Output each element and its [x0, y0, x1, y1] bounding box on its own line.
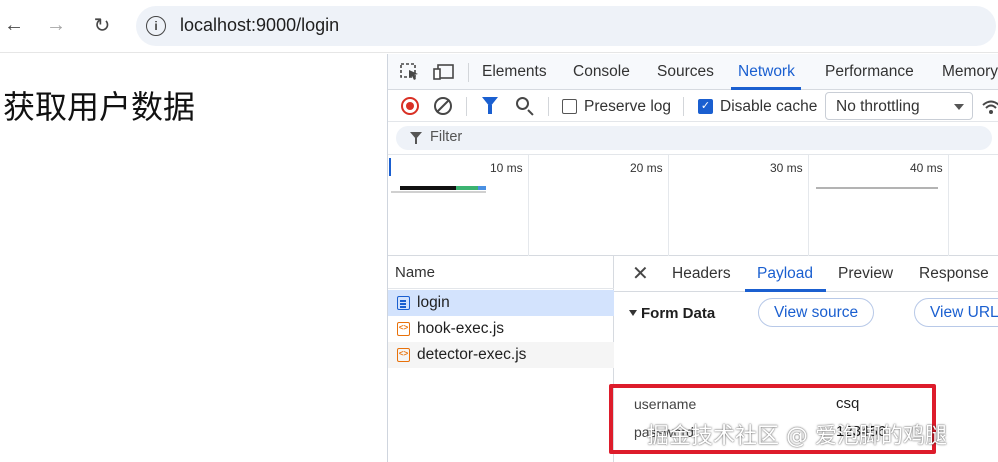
- view-url-button[interactable]: View URL: [914, 298, 998, 327]
- overview-tick: 20 ms: [630, 161, 663, 175]
- tab-memory[interactable]: Memory: [942, 63, 998, 81]
- watermark: 掘金技术社区 @ 爱泡脚的鸡腿: [647, 424, 947, 449]
- back-button[interactable]: ←: [0, 9, 28, 41]
- overview-tick: 10 ms: [490, 161, 523, 175]
- preserve-log-label[interactable]: Preserve log: [584, 98, 671, 116]
- waterfall-line: [816, 187, 938, 189]
- chevron-down-icon[interactable]: [629, 310, 637, 316]
- filter-placeholder: Filter: [430, 129, 463, 145]
- disable-cache-label[interactable]: Disable cache: [720, 98, 817, 116]
- toolbar-divider: [548, 97, 549, 116]
- request-name: login: [417, 294, 450, 311]
- toolbar-divider: [466, 97, 467, 116]
- request-name: detector-exec.js: [417, 346, 527, 363]
- tab-sources[interactable]: Sources: [657, 63, 714, 81]
- overview-tick: 40 ms: [910, 161, 943, 175]
- document-icon: [397, 296, 410, 310]
- name-column-header[interactable]: Name: [395, 264, 435, 281]
- forward-button[interactable]: →: [42, 9, 70, 41]
- tab-preview[interactable]: Preview: [838, 265, 893, 283]
- toolbar-divider: [683, 97, 684, 116]
- request-row[interactable]: login: [388, 290, 614, 316]
- clear-icon[interactable]: [434, 97, 452, 115]
- detail-tabbar: ✕ Headers Payload Preview Response: [614, 256, 998, 292]
- waterfall-line: [391, 191, 486, 193]
- request-list: Name login <> hook-exec.js <> detector-e…: [388, 256, 614, 462]
- throttling-value: No throttling: [836, 98, 920, 115]
- devtools-tabbar: Elements Console Sources Network Perform…: [388, 54, 998, 90]
- overview-gridline: [948, 155, 949, 256]
- script-icon: <>: [397, 322, 410, 336]
- record-stop-icon[interactable]: [401, 97, 419, 115]
- network-toolbar: Preserve log ✓ Disable cache No throttli…: [388, 90, 998, 122]
- waterfall-bar: [456, 186, 478, 190]
- waterfall-bar: [478, 186, 486, 190]
- forward-arrow-icon: →: [46, 13, 66, 36]
- form-data-title: Form Data: [641, 305, 716, 322]
- script-icon: <>: [397, 348, 410, 362]
- overview-marker: [389, 158, 391, 176]
- request-name: hook-exec.js: [417, 320, 505, 337]
- page-content: 获取用户数据: [0, 54, 387, 462]
- network-conditions-icon[interactable]: [981, 98, 998, 116]
- search-icon[interactable]: [516, 97, 529, 110]
- tab-elements[interactable]: Elements: [482, 63, 547, 81]
- inspect-element-icon[interactable]: [400, 63, 420, 81]
- disable-cache-checkbox[interactable]: ✓: [698, 99, 713, 114]
- active-tab-indicator: [745, 289, 826, 292]
- tab-network[interactable]: Network: [738, 63, 795, 81]
- tab-performance[interactable]: Performance: [825, 63, 914, 81]
- network-overview: 10 ms 20 ms 30 ms 40 ms: [388, 155, 998, 256]
- reload-icon: ↻: [93, 14, 111, 37]
- overview-gridline: [528, 155, 529, 256]
- filter-icon[interactable]: [482, 97, 498, 114]
- request-list-header[interactable]: Name: [388, 256, 614, 289]
- page-title: 获取用户数据: [3, 88, 196, 126]
- overview-tick: 30 ms: [770, 161, 803, 175]
- view-source-button[interactable]: View source: [758, 298, 875, 327]
- overview-gridline: [668, 155, 669, 256]
- url-text[interactable]: localhost:9000/login: [180, 15, 339, 36]
- request-row[interactable]: <> hook-exec.js: [388, 316, 614, 342]
- back-arrow-icon: ←: [4, 13, 24, 36]
- browser-toolbar: ← → ↻ i localhost:9000/login: [0, 0, 998, 53]
- filter-input[interactable]: Filter: [396, 126, 992, 150]
- filter-icon: [410, 132, 422, 144]
- tab-console[interactable]: Console: [573, 63, 630, 81]
- browser-window: ← → ↻ i localhost:9000/login 获取用户数据 Elem…: [0, 0, 998, 462]
- device-toolbar-icon[interactable]: [433, 63, 454, 81]
- filter-row: Filter: [388, 122, 998, 155]
- overview-gridline: [808, 155, 809, 256]
- tabbar-divider: [468, 63, 469, 82]
- chevron-down-icon: [954, 104, 964, 110]
- tab-headers[interactable]: Headers: [672, 265, 731, 283]
- tab-payload[interactable]: Payload: [757, 265, 813, 283]
- request-row[interactable]: <> detector-exec.js: [388, 342, 614, 368]
- waterfall-bar: [400, 186, 456, 190]
- form-data-section-header[interactable]: Form Data View source View URL: [614, 294, 998, 330]
- address-bar[interactable]: i localhost:9000/login: [136, 6, 996, 46]
- site-info-icon[interactable]: i: [146, 16, 166, 36]
- devtools-panel: Elements Console Sources Network Perform…: [387, 54, 998, 462]
- close-icon[interactable]: ✕: [632, 261, 649, 286]
- tab-response[interactable]: Response: [919, 265, 989, 283]
- reload-button[interactable]: ↻: [88, 9, 116, 41]
- throttling-select[interactable]: No throttling: [825, 92, 973, 120]
- preserve-log-checkbox[interactable]: [562, 99, 577, 114]
